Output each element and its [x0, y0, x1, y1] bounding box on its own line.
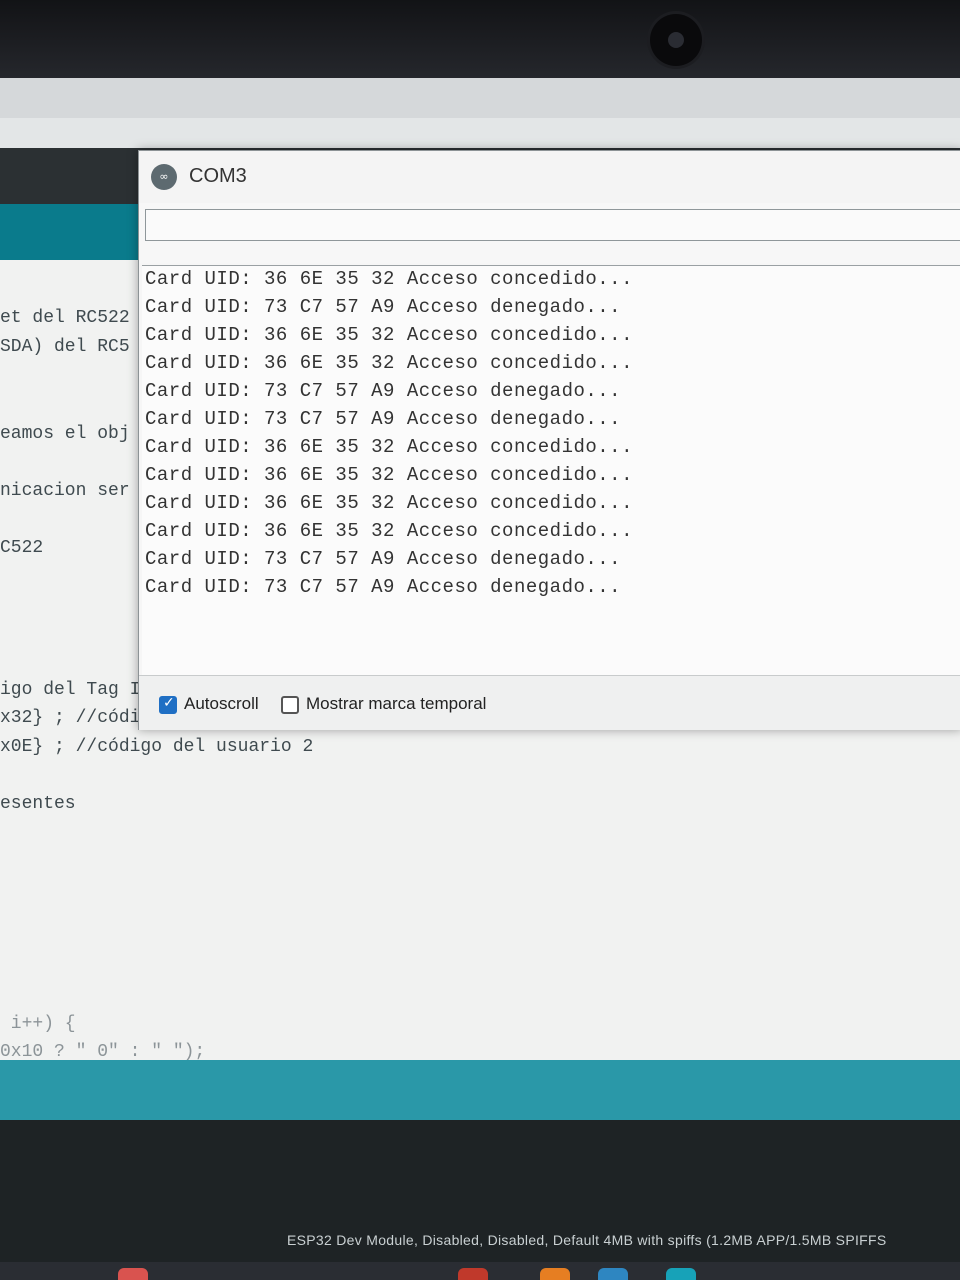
code-line: et del RC522: [0, 308, 130, 328]
output-line: Card UID: 36 6E 35 32 Acceso concedido..…: [145, 324, 633, 346]
autoscroll-checkbox[interactable]: ✓: [159, 695, 177, 714]
send-input[interactable]: [145, 209, 960, 241]
code-line: esentes: [0, 794, 76, 814]
timestamp-label[interactable]: Mostrar marca temporal: [306, 694, 486, 714]
output-line: Card UID: 36 6E 35 32 Acceso concedido..…: [145, 464, 633, 486]
code-line: 0x10 ? " 0" : " ");: [0, 1042, 206, 1062]
serial-monitor-window: ∞ COM3 Card UID: 36 6E 35 32 Acceso conc…: [138, 150, 960, 730]
autoscroll-label[interactable]: Autoscroll: [184, 694, 259, 714]
taskbar-app-icon[interactable]: [458, 1268, 488, 1280]
code-line: nicacion ser: [0, 481, 130, 501]
taskbar-app-icon[interactable]: [540, 1268, 570, 1280]
taskbar-app-icon[interactable]: [118, 1268, 148, 1280]
serial-title: COM3: [189, 165, 247, 187]
screen: et del RC522 SDA) del RC5 eamos el obj n…: [0, 78, 960, 1280]
output-line: Card UID: 36 6E 35 32 Acceso concedido..…: [145, 520, 633, 542]
webcam: [650, 14, 702, 66]
monitor-bezel: [0, 0, 960, 78]
send-row: [139, 203, 960, 263]
output-line: Card UID: 73 C7 57 A9 Acceso denegado...: [145, 576, 622, 598]
output-line: Card UID: 73 C7 57 A9 Acceso denegado...: [145, 296, 622, 318]
board-status: ESP32 Dev Module, Disabled, Disabled, De…: [287, 1232, 887, 1248]
taskbar-app-icon[interactable]: [598, 1268, 628, 1280]
arduino-logo-icon: ∞: [151, 164, 177, 190]
serial-output[interactable]: Card UID: 36 6E 35 32 Acceso concedido..…: [142, 265, 960, 676]
output-line: Card UID: 73 C7 57 A9 Acceso denegado...: [145, 548, 622, 570]
taskbar: [0, 1262, 960, 1280]
output-line: Card UID: 73 C7 57 A9 Acceso denegado...: [145, 408, 622, 430]
timestamp-checkbox[interactable]: [281, 696, 299, 714]
output-line: Card UID: 36 6E 35 32 Acceso concedido..…: [145, 268, 633, 290]
ide-console: [0, 1120, 960, 1280]
serial-footer: ✓ Autoscroll Mostrar marca temporal: [139, 675, 960, 730]
checkmark-icon: ✓: [163, 695, 175, 711]
code-line: SDA) del RC5: [0, 337, 130, 357]
ide-divider-bar: [0, 1060, 960, 1120]
output-line: Card UID: 73 C7 57 A9 Acceso denegado...: [145, 380, 622, 402]
output-line: Card UID: 36 6E 35 32 Acceso concedido..…: [145, 492, 633, 514]
code-line: C522: [0, 538, 44, 558]
output-line: Card UID: 36 6E 35 32 Acceso concedido..…: [145, 436, 633, 458]
taskbar-app-icon[interactable]: [666, 1268, 696, 1280]
code-line: eamos el obj: [0, 424, 130, 444]
code-line: igo del Tag I: [0, 680, 141, 700]
ide-title-area: [0, 78, 960, 118]
serial-titlebar[interactable]: ∞ COM3: [139, 151, 960, 204]
output-line: Card UID: 36 6E 35 32 Acceso concedido..…: [145, 352, 633, 374]
code-line: x0E} ; //código del usuario 2: [0, 737, 314, 757]
ide-menu-area: [0, 118, 960, 148]
code-line: x32} ; //códi: [0, 708, 141, 728]
code-line: i++) {: [0, 1014, 76, 1034]
